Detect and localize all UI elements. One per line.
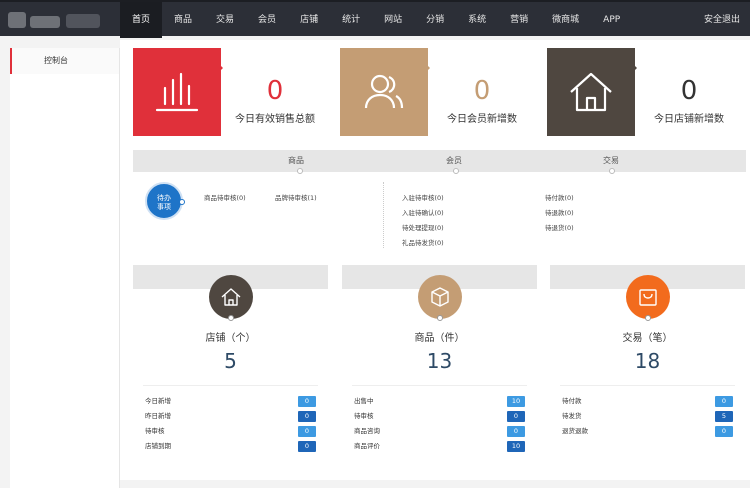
- nav-marketing[interactable]: 营销: [498, 2, 540, 38]
- task-pending-return[interactable]: 待退货(0): [545, 222, 574, 232]
- logout-link[interactable]: 安全退出: [704, 2, 740, 38]
- todo-badge-label: 待办事项: [157, 194, 171, 211]
- task-pending-payment[interactable]: 待付款(0): [545, 192, 574, 202]
- logo[interactable]: [8, 10, 108, 30]
- sidebar: 控制台: [10, 48, 120, 488]
- task-pending-refund[interactable]: 待退款(0): [545, 207, 574, 217]
- nav-member[interactable]: 会员: [246, 2, 288, 38]
- nav-stats[interactable]: 统计: [330, 2, 372, 38]
- nav-app[interactable]: APP: [591, 2, 632, 38]
- nav-goods[interactable]: 商品: [162, 2, 204, 38]
- stat-shops-tile: [547, 48, 635, 136]
- stat-sales-value: 0: [266, 76, 284, 106]
- todo-header: 商品 会员 交易: [133, 150, 746, 174]
- task-settle-review[interactable]: 入驻待审核(0): [402, 192, 444, 202]
- card-shops-count: 5: [224, 349, 237, 373]
- users-icon: [364, 74, 404, 109]
- main-nav: 首页 商品 交易 会员 店铺 统计 网站 分销 系统 营销 微商城 APP: [120, 2, 632, 38]
- list-item[interactable]: 商品咨询 0: [354, 425, 525, 438]
- nav-system[interactable]: 系统: [456, 2, 498, 38]
- list-item[interactable]: 待发货 5: [562, 410, 733, 423]
- task-brand-review[interactable]: 品牌待审核(1): [275, 192, 317, 202]
- shopping-bag-icon: [639, 289, 657, 306]
- house-icon: [221, 288, 241, 306]
- list-item[interactable]: 待付款 0: [562, 395, 733, 408]
- nav-trade[interactable]: 交易: [204, 2, 246, 38]
- card-goods-count: 13: [426, 349, 453, 373]
- stat-sales: 0 今日有效销售总额: [133, 48, 323, 136]
- stat-members-label: 今日会员新增数: [447, 114, 517, 125]
- dashboard-main: 0 今日有效销售总额 0 今日会员新增数 0 今日店铺新增数 商品 会员 交易 …: [120, 40, 750, 480]
- bar-chart-icon: [155, 72, 199, 112]
- card-trades: 交易（笔） 18 待付款 0 待发货 5 退货退款 0: [550, 265, 745, 480]
- card-trades-count: 18: [634, 349, 661, 373]
- task-goods-review[interactable]: 商品待审核(0): [204, 192, 246, 202]
- card-shops-title: 店铺（个）: [205, 333, 256, 344]
- list-item[interactable]: 店铺到期 0: [145, 440, 316, 453]
- stat-sales-label: 今日有效销售总额: [235, 114, 315, 125]
- nav-home[interactable]: 首页: [120, 2, 163, 38]
- list-item[interactable]: 商品评价 10: [354, 440, 525, 453]
- list-item[interactable]: 退货退款 0: [562, 425, 733, 438]
- house-icon: [570, 72, 612, 112]
- top-nav-bar: 首页 商品 交易 会员 店铺 统计 网站 分销 系统 营销 微商城 APP 安全…: [0, 0, 750, 38]
- stat-shops: 0 今日店铺新增数: [547, 48, 737, 136]
- card-shops: 店铺（个） 5 今日新增 0 昨日新增 0 待审核 0 店铺到期 0: [133, 265, 328, 480]
- task-withdrawal[interactable]: 待处理提现(0): [402, 222, 444, 232]
- list-item[interactable]: 今日新增 0: [145, 395, 316, 408]
- task-settle-confirm[interactable]: 入驻待确认(0): [402, 207, 444, 217]
- card-goods: 商品（件） 13 出售中 10 待审核 0 商品咨询 0 商品评价 10: [342, 265, 537, 480]
- stat-members-tile: [340, 48, 428, 136]
- stat-members-value: 0: [473, 76, 491, 106]
- card-trades-title: 交易（笔）: [622, 333, 673, 344]
- stat-sales-tile: [133, 48, 221, 136]
- box-icon: [431, 287, 449, 307]
- nav-website[interactable]: 网站: [372, 2, 414, 38]
- list-item[interactable]: 昨日新增 0: [145, 410, 316, 423]
- todo-badge: 待办事项: [145, 182, 185, 220]
- card-goods-title: 商品（件）: [414, 333, 465, 344]
- nav-shop[interactable]: 店铺: [288, 2, 330, 38]
- list-item[interactable]: 待审核 0: [145, 425, 316, 438]
- nav-distribution[interactable]: 分销: [414, 2, 456, 38]
- stat-members: 0 今日会员新增数: [340, 48, 530, 136]
- nav-micro-mall[interactable]: 微商城: [540, 2, 591, 38]
- list-item[interactable]: 出售中 10: [354, 395, 525, 408]
- list-item[interactable]: 待审核 0: [354, 410, 525, 423]
- stat-shops-label: 今日店铺新增数: [654, 114, 724, 125]
- sidebar-item-console[interactable]: 控制台: [10, 48, 119, 74]
- task-gift-shipping[interactable]: 礼品待发货(0): [402, 237, 444, 247]
- stat-shops-value: 0: [680, 76, 698, 106]
